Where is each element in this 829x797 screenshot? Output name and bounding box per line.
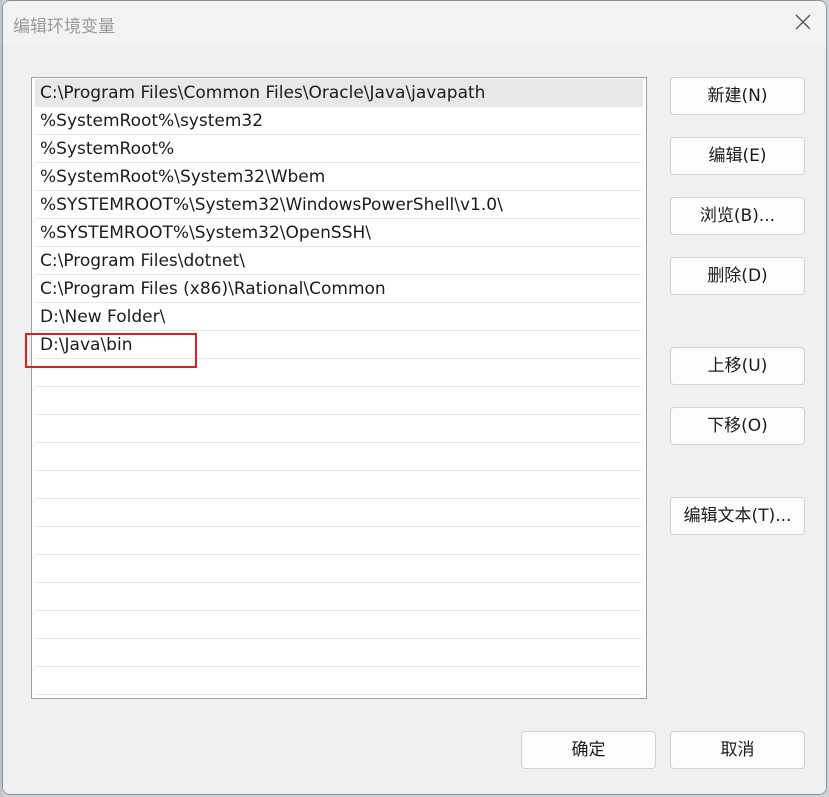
- empty-list-row: [35, 611, 643, 639]
- dialog-body: C:\Program Files\Common Files\Oracle\Jav…: [3, 45, 826, 794]
- path-list-item[interactable]: %SystemRoot%: [35, 135, 643, 163]
- new-button[interactable]: 新建(N): [670, 77, 805, 115]
- close-button[interactable]: [786, 5, 820, 39]
- browse-button[interactable]: 浏览(B)...: [670, 197, 805, 235]
- empty-list-row: [35, 555, 643, 583]
- path-list-item[interactable]: C:\Program Files (x86)\Rational\Common: [35, 275, 643, 303]
- path-list-item[interactable]: %SystemRoot%\System32\Wbem: [35, 163, 643, 191]
- empty-list-row: [35, 499, 643, 527]
- edit-button[interactable]: 编辑(E): [670, 137, 805, 175]
- path-list-item[interactable]: D:\New Folder\: [35, 303, 643, 331]
- path-list-item[interactable]: %SystemRoot%\system32: [35, 107, 643, 135]
- path-list-item[interactable]: %SYSTEMROOT%\System32\WindowsPowerShell\…: [35, 191, 643, 219]
- empty-list-row: [35, 527, 643, 555]
- path-list-item[interactable]: %SYSTEMROOT%\System32\OpenSSH\: [35, 219, 643, 247]
- empty-list-row: [35, 583, 643, 611]
- edit-environment-variable-dialog: 编辑环境变量 C:\Program Files\Common Files\Ora…: [2, 0, 827, 795]
- close-icon: [795, 14, 811, 30]
- empty-list-row: [35, 387, 643, 415]
- title-bar: 编辑环境变量: [3, 1, 826, 45]
- delete-button[interactable]: 删除(D): [670, 257, 805, 295]
- path-list-item[interactable]: C:\Program Files\Common Files\Oracle\Jav…: [35, 79, 643, 107]
- empty-list-row: [35, 359, 643, 387]
- empty-list-row: [35, 471, 643, 499]
- edit-text-button[interactable]: 编辑文本(T)...: [670, 497, 805, 535]
- empty-list-row: [35, 667, 643, 695]
- cancel-button[interactable]: 取消: [670, 731, 805, 769]
- path-list-item[interactable]: D:\Java\bin: [35, 331, 643, 359]
- path-list[interactable]: C:\Program Files\Common Files\Oracle\Jav…: [31, 77, 647, 699]
- path-list-item[interactable]: C:\Program Files\dotnet\: [35, 247, 643, 275]
- empty-list-row: [35, 415, 643, 443]
- empty-list-row: [35, 639, 643, 667]
- move-up-button[interactable]: 上移(U): [670, 347, 805, 385]
- empty-list-row: [35, 443, 643, 471]
- ok-button[interactable]: 确定: [521, 731, 656, 769]
- move-down-button[interactable]: 下移(O): [670, 407, 805, 445]
- dialog-title: 编辑环境变量: [13, 17, 115, 37]
